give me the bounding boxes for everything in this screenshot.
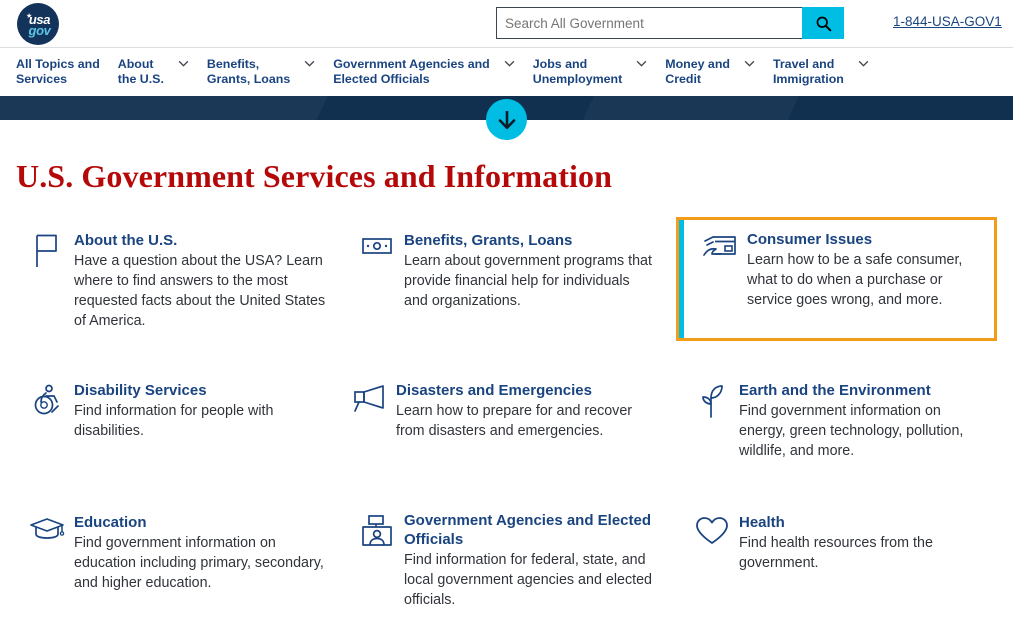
- service-card-title: Earth and the Environment: [739, 382, 931, 399]
- arrow-down-icon: [498, 110, 515, 129]
- wheelchair-icon: [24, 381, 70, 461]
- chevron-down-icon: [504, 60, 515, 67]
- service-card-description: Find government information on energy, g…: [739, 403, 964, 459]
- graduation-cap-icon: [24, 513, 70, 610]
- sprout-icon: [689, 381, 735, 461]
- chevron-down-icon: [858, 60, 869, 67]
- nav-item-label: About the U.S.: [117, 57, 164, 86]
- chevron-down-icon: [304, 60, 315, 67]
- search-icon: [816, 16, 831, 31]
- service-card-title: Health: [739, 514, 785, 531]
- service-card-earth-and-the-environment[interactable]: Earth and the Environment Find governmen…: [676, 367, 997, 497]
- service-card-description: Learn how to prepare for and recover fro…: [396, 403, 633, 439]
- service-card-title: About the U.S.: [74, 232, 178, 249]
- search-form: [496, 7, 844, 39]
- usagov-logo[interactable]: ★ usa gov: [17, 3, 59, 45]
- service-card-government-agencies-and-elected-officials[interactable]: Government Agencies and Elected Official…: [346, 497, 676, 621]
- search-button[interactable]: [802, 7, 844, 39]
- flag-icon: [24, 231, 70, 331]
- service-card-benefits-grants-loans[interactable]: Benefits, Grants, Loans Learn about gove…: [346, 217, 676, 367]
- service-card-description: Find health resources from the governmen…: [739, 535, 933, 571]
- nav-item-all-topics-and-services[interactable]: All Topics and Services: [16, 57, 100, 87]
- service-card-disability-services[interactable]: Disability Services Find information for…: [16, 367, 346, 497]
- nav-item-label: Jobs and Unemployment: [532, 57, 623, 86]
- service-card-description: Learn about government programs that pro…: [404, 253, 652, 309]
- chevron-down-icon: [636, 60, 647, 67]
- chevron-down-icon: [744, 60, 755, 67]
- nav-item-jobs-and-unemployment[interactable]: Jobs and Unemployment: [533, 57, 648, 87]
- podium-person-icon: [354, 511, 400, 610]
- phone-link[interactable]: 1-844-USA-GOV1: [893, 14, 1002, 29]
- service-card-title: Benefits, Grants, Loans: [404, 232, 573, 249]
- service-card-about-the-us[interactable]: About the U.S. Have a question about the…: [16, 217, 346, 367]
- service-card-education[interactable]: Education Find government information on…: [16, 497, 346, 621]
- nav-item-label: Government Agencies and Elected Official…: [333, 57, 490, 86]
- primary-navigation: All Topics and Services About the U.S. B…: [0, 48, 1013, 96]
- service-card-description: Find information for federal, state, and…: [404, 552, 652, 608]
- main-content: U.S. Government Services and Information…: [0, 158, 1013, 621]
- service-card-title: Disability Services: [74, 382, 207, 399]
- nav-item-label: All Topics and Services: [16, 57, 100, 86]
- service-card-disasters-and-emergencies[interactable]: Disasters and Emergencies Learn how to p…: [346, 367, 676, 497]
- heart-icon: [689, 513, 735, 610]
- nav-item-label: Travel and Immigration: [772, 57, 844, 86]
- nav-item-about-the-us[interactable]: About the U.S.: [118, 57, 189, 87]
- nav-item-benefits-grants-loans[interactable]: Benefits, Grants, Loans: [207, 57, 315, 87]
- service-card-title: Government Agencies and Elected Official…: [404, 512, 652, 548]
- scroll-down-button[interactable]: [486, 99, 527, 140]
- service-card-description: Learn how to be a safe consumer, what to…: [747, 252, 963, 308]
- nav-item-travel-and-immigration[interactable]: Travel and Immigration: [773, 57, 869, 87]
- service-card-health[interactable]: Health Find health resources from the go…: [676, 497, 997, 621]
- nav-item-label: Money and Credit: [665, 57, 730, 86]
- star-icon: ★: [26, 13, 33, 20]
- service-card-consumer-issues[interactable]: Consumer Issues Learn how to be a safe c…: [676, 217, 997, 341]
- megaphone-icon: [346, 367, 392, 475]
- page-title: U.S. Government Services and Information: [16, 158, 612, 194]
- logo-text-gov: gov: [28, 22, 51, 38]
- service-card-title: Disasters and Emergencies: [396, 382, 592, 399]
- nav-item-money-and-credit[interactable]: Money and Credit: [665, 57, 755, 87]
- credit-card-hand-icon: [697, 230, 743, 265]
- site-header: ★ usa gov 1-844-USA-GOV1: [0, 0, 1013, 48]
- service-card-description: Find government information on education…: [74, 535, 324, 591]
- money-bill-icon: [354, 231, 400, 331]
- services-grid: About the U.S. Have a question about the…: [16, 217, 997, 621]
- decorative-band: [0, 96, 1013, 140]
- nav-item-government-agencies-and-elected-officials[interactable]: Government Agencies and Elected Official…: [333, 57, 515, 87]
- service-card-title: Education: [74, 514, 147, 531]
- nav-item-label: Benefits, Grants, Loans: [206, 57, 291, 86]
- service-card-description: Find information for people with disabil…: [74, 403, 274, 439]
- search-input[interactable]: [496, 7, 802, 39]
- chevron-down-icon: [178, 60, 189, 67]
- service-card-title: Consumer Issues: [747, 231, 873, 248]
- service-card-description: Have a question about the USA? Learn whe…: [74, 253, 326, 329]
